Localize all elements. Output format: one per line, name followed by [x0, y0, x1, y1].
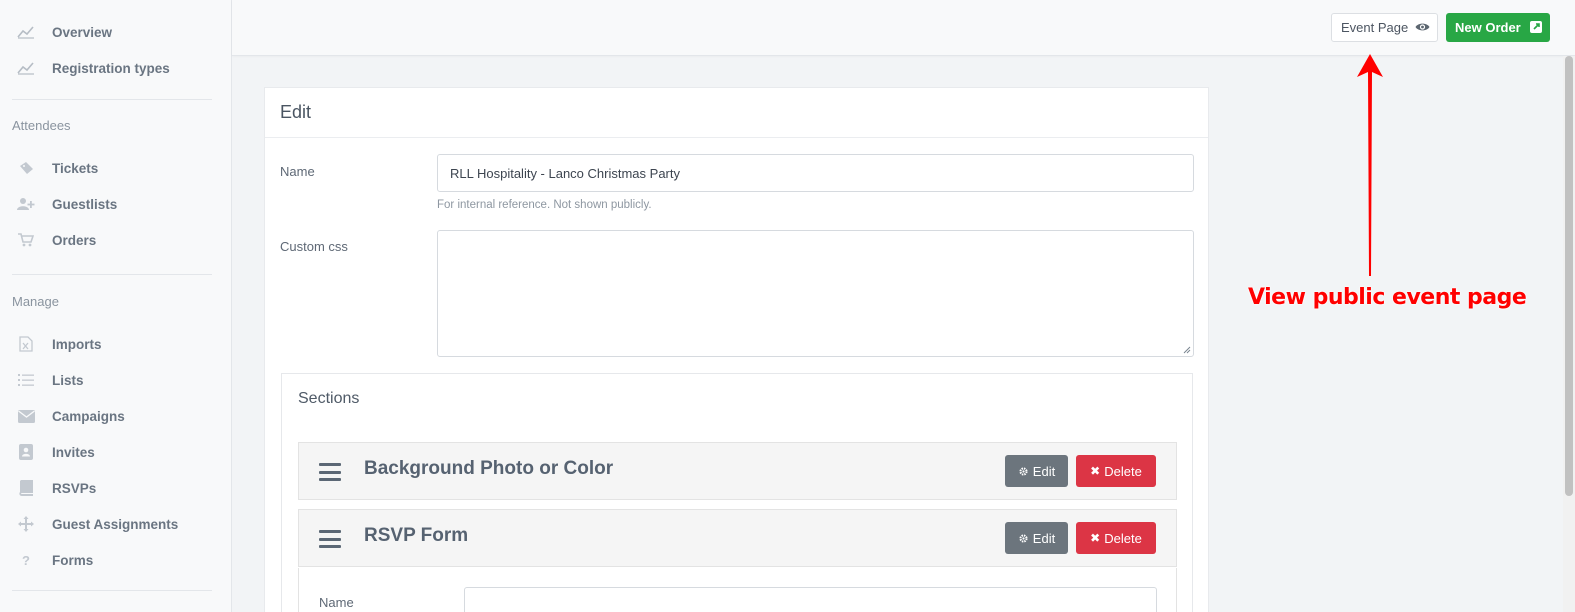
name-input[interactable]: RLL Hospitality - Lanco Christmas Party	[437, 154, 1194, 192]
sidebar-item-lists[interactable]: Lists	[0, 365, 231, 395]
name-label: Name	[280, 164, 315, 179]
annotation-arrow-icon	[1357, 54, 1383, 276]
sidebar-item-label: Lists	[52, 372, 84, 388]
list-icon	[17, 371, 35, 389]
rsvp-form-body: Name	[298, 568, 1177, 612]
resize-handle-icon[interactable]	[1183, 346, 1191, 354]
sidebar-item-label: Registration types	[52, 60, 170, 76]
sections-title: Sections	[298, 390, 360, 407]
edit-label: Edit	[1032, 463, 1056, 479]
edit-section-button[interactable]: Edit	[1005, 455, 1068, 487]
sidebar-item-overview[interactable]: Overview	[0, 17, 231, 47]
close-icon: ✖	[1090, 464, 1101, 478]
sidebar-item-label: Tickets	[52, 160, 99, 176]
sidebar-item-label: Forms	[52, 552, 94, 568]
card-header: Edit	[265, 88, 1208, 138]
sidebar-item-label: Guestlists	[52, 196, 118, 212]
sidebar-item-forms[interactable]: ? Forms	[0, 545, 231, 575]
external-link-icon	[1530, 21, 1542, 33]
sidebar-item-invites[interactable]: Invites	[0, 437, 231, 467]
new-order-button[interactable]: New Order	[1446, 13, 1550, 42]
sidebar: Overview Registration types Attendees Ti…	[0, 0, 232, 612]
rsvp-name-input[interactable]	[464, 587, 1157, 612]
custom-css-textarea[interactable]	[437, 230, 1194, 357]
name-help-text: For internal reference. Not shown public…	[437, 199, 652, 211]
edit-section-button[interactable]: Edit	[1005, 522, 1068, 554]
annotation-text: View public event page	[1248, 285, 1527, 310]
delete-section-button[interactable]: ✖ Delete	[1076, 455, 1156, 487]
section-title: RSVP Form	[364, 525, 469, 546]
drag-handle-icon[interactable]	[319, 463, 341, 481]
sidebar-item-label: Imports	[52, 336, 102, 352]
new-order-label: New Order	[1455, 20, 1521, 35]
section-title: Background Photo or Color	[364, 458, 614, 479]
sidebar-item-guestlists[interactable]: Guestlists	[0, 189, 231, 219]
scrollbar-thumb[interactable]	[1565, 56, 1573, 496]
event-page-label: Event Page	[1341, 20, 1409, 35]
sidebar-item-label: Invites	[52, 444, 95, 460]
sidebar-group-manage: Manage	[12, 294, 59, 309]
close-icon: ✖	[1090, 531, 1101, 545]
sidebar-item-tickets[interactable]: Tickets	[0, 153, 231, 183]
sidebar-item-guest-assignments[interactable]: Guest Assignments	[0, 509, 231, 539]
arrows-icon	[17, 515, 35, 533]
drag-handle-icon[interactable]	[319, 530, 341, 548]
section-row[interactable]: RSVP Form Edit ✖ Delete	[298, 509, 1177, 567]
sidebar-item-label: Overview	[52, 24, 113, 40]
excel-file-icon	[17, 335, 35, 353]
book-icon	[17, 479, 35, 497]
address-book-icon	[17, 443, 35, 461]
sidebar-group-attendees: Attendees	[12, 118, 71, 133]
sidebar-item-label: RSVPs	[52, 480, 97, 496]
delete-label: Delete	[1104, 530, 1142, 546]
sidebar-divider	[12, 590, 212, 591]
sidebar-divider	[12, 99, 212, 100]
sidebar-item-label: Orders	[52, 232, 97, 248]
gear-icon	[1019, 466, 1028, 476]
sidebar-item-rsvps[interactable]: RSVPs	[0, 473, 231, 503]
page-scrollbar[interactable]	[1563, 56, 1575, 612]
sidebar-item-orders[interactable]: Orders	[0, 225, 231, 255]
chart-line-icon	[17, 59, 35, 77]
sidebar-item-imports[interactable]: Imports	[0, 329, 231, 359]
gear-icon	[1019, 533, 1028, 543]
sidebar-item-campaigns[interactable]: Campaigns	[0, 401, 231, 431]
sections-panel: Sections Background Photo or Color Edit …	[281, 373, 1193, 612]
envelope-icon	[17, 407, 35, 425]
question-icon: ?	[22, 552, 30, 568]
ticket-icon	[17, 159, 35, 177]
chart-line-icon	[17, 23, 35, 41]
sidebar-item-label: Campaigns	[52, 408, 125, 424]
cart-icon	[17, 231, 35, 249]
delete-section-button[interactable]: ✖ Delete	[1076, 522, 1156, 554]
edit-label: Edit	[1032, 530, 1056, 546]
sidebar-item-label: Guest Assignments	[52, 516, 179, 532]
delete-label: Delete	[1104, 463, 1142, 479]
sidebar-divider	[12, 274, 212, 275]
rsvp-name-label: Name	[319, 595, 354, 610]
edit-card: Edit Name RLL Hospitality - Lanco Christ…	[264, 87, 1209, 612]
card-title: Edit	[280, 102, 312, 122]
event-page-button[interactable]: Event Page	[1331, 13, 1438, 42]
eye-icon	[1415, 20, 1430, 37]
user-plus-icon	[17, 195, 35, 213]
section-row[interactable]: Background Photo or Color Edit ✖ Delete	[298, 442, 1177, 500]
sidebar-item-registration-types[interactable]: Registration types	[0, 53, 231, 83]
custom-css-label: Custom css	[280, 239, 348, 254]
